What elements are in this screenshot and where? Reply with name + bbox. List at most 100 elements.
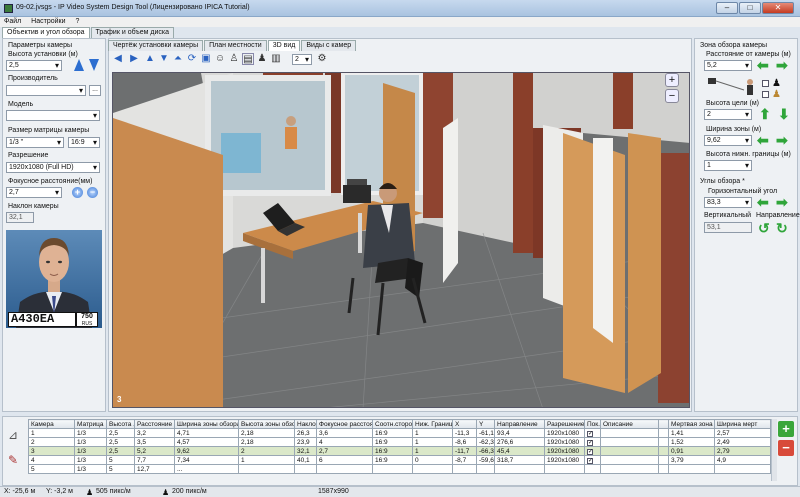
view-count-select[interactable]: 2 xyxy=(292,54,312,65)
tilt-label: Наклон камеры xyxy=(8,203,59,210)
target-height-select[interactable]: 2 xyxy=(704,109,752,120)
maximize-button[interactable]: □ xyxy=(739,2,761,14)
tilt-field[interactable]: 32,1 xyxy=(6,212,34,223)
menu-settings[interactable]: Настройки xyxy=(27,17,69,26)
arrow-down-icon[interactable]: ▼ xyxy=(158,53,170,65)
column-header[interactable]: Пок... xyxy=(584,419,601,429)
resolution-select[interactable]: 1920x1080 (Full HD) xyxy=(6,162,100,173)
vendor-browse-button[interactable]: ... xyxy=(89,85,101,96)
rotate-icon[interactable]: ⟳ xyxy=(186,53,198,65)
show-checkbox[interactable]: ✓ xyxy=(587,457,593,464)
column-header[interactable]: Ниж. Граница xyxy=(412,419,453,429)
vertical-angle-field[interactable]: 53,1 xyxy=(704,222,752,233)
arrow-up-icon[interactable]: ▲ xyxy=(144,53,156,65)
arrow-right-icon[interactable]: ➡ xyxy=(776,133,788,147)
column-header[interactable]: Высота ... xyxy=(106,419,135,429)
table-scrollbar[interactable] xyxy=(771,419,777,481)
settings-icon[interactable]: ⚙ xyxy=(316,53,328,65)
remove-camera-icon[interactable]: − xyxy=(778,440,794,456)
3d-scene-view[interactable]: 3 + − xyxy=(112,72,690,408)
focal-select[interactable]: 2,7 xyxy=(6,187,62,198)
ratio-select[interactable]: 16:9 xyxy=(68,137,100,148)
tab-drawing[interactable]: Чертёж установки камеры xyxy=(108,40,204,51)
view-group-icon[interactable]: ▥ xyxy=(270,53,282,65)
table-cell: 4,57 xyxy=(174,437,239,447)
person-silhouette-icon[interactable]: ♙ xyxy=(228,53,240,65)
distance-select[interactable]: 5,2 xyxy=(704,60,752,71)
table-row[interactable]: 2 1/3 2,5 3,5 4,57 2,18 23,9 4 16:9 1 -8,6 -62,3 276… xyxy=(28,437,771,447)
column-header[interactable]: Y xyxy=(476,419,495,429)
column-header[interactable]: Фокусное расстояние xyxy=(316,419,373,429)
minimize-button[interactable]: – xyxy=(716,2,738,14)
menu-help[interactable]: ? xyxy=(71,17,83,26)
column-header[interactable]: Расстояние xyxy=(134,419,175,429)
rotate-right-icon[interactable]: ↻ xyxy=(776,221,788,235)
column-header[interactable]: Разрешение xyxy=(544,419,585,429)
plus-icon[interactable]: + xyxy=(72,187,83,198)
rotate-left-icon[interactable]: ↺ xyxy=(758,221,770,235)
table-cell: 2,18 xyxy=(238,437,295,447)
menu-file[interactable]: Файл xyxy=(0,17,25,26)
zoom-out-icon[interactable]: − xyxy=(665,89,679,103)
column-header[interactable] xyxy=(658,419,669,429)
pencil-icon[interactable]: ✎ xyxy=(8,453,18,467)
table-row[interactable]: 4 1/3 5 7,7 7,34 1 40,1 6 16:9 0 -8,7 -59,6 318,7 192… xyxy=(28,455,771,465)
column-header[interactable]: Описание xyxy=(600,419,659,429)
column-header[interactable]: Наклон xyxy=(294,419,317,429)
column-header[interactable]: Ширина зоны обзора xyxy=(174,419,239,429)
vendor-select[interactable] xyxy=(6,85,86,96)
camera-tool-icon[interactable]: ⊿ xyxy=(8,428,18,442)
table-cell: -66,3 xyxy=(476,446,495,456)
person-icon[interactable]: ☺ xyxy=(214,53,226,65)
arrow-left-icon[interactable]: ⬅ xyxy=(757,58,769,72)
column-header[interactable]: X xyxy=(452,419,477,429)
option-checkbox-1[interactable] xyxy=(762,80,769,87)
horizontal-angle-select[interactable]: 83,3 xyxy=(704,197,752,208)
table-row[interactable]: 5 1/3 5 12,7... xyxy=(28,464,771,474)
zoom-in-icon[interactable]: + xyxy=(665,73,679,87)
tab-lens[interactable]: Объектив и угол обзора xyxy=(2,27,90,38)
column-header[interactable]: Направление xyxy=(494,419,545,429)
arrow-left-icon[interactable]: ◀ xyxy=(112,53,124,65)
table-row[interactable]: 1 1/3 2,5 3,2 4,71 2,18 26,3 3,6 16:9 1 -11,3 -61,1… xyxy=(28,428,771,438)
person-icon: ♟ xyxy=(86,488,94,497)
column-header[interactable]: Камера xyxy=(28,419,75,429)
height-select[interactable]: 2,5 xyxy=(6,60,62,71)
show-checkbox[interactable]: ✓ xyxy=(587,430,593,437)
option-checkbox-2[interactable] xyxy=(762,91,769,98)
model-select[interactable] xyxy=(6,110,100,121)
tilt-up-icon[interactable]: ⏶ xyxy=(172,53,184,65)
zone-width-select[interactable]: 9,62 xyxy=(704,135,752,146)
table-cell xyxy=(658,428,669,438)
arrow-down-icon[interactable]: ⬇ xyxy=(778,107,790,121)
view-person-icon[interactable]: ♟ xyxy=(256,53,268,65)
camera-icon[interactable]: ▣ xyxy=(200,53,212,65)
arrow-left-icon[interactable]: ⬅ xyxy=(757,133,769,147)
column-header[interactable]: Ширина мерт xyxy=(714,419,771,429)
arrow-left-icon[interactable]: ⬅ xyxy=(757,195,769,209)
app-icon xyxy=(4,4,13,13)
tab-camera-views[interactable]: Виды с камер xyxy=(301,40,357,51)
tab-plan[interactable]: План местности xyxy=(204,40,267,51)
minus-icon[interactable]: − xyxy=(87,187,98,198)
add-camera-icon[interactable]: + xyxy=(778,421,794,437)
column-header[interactable]: Мертвая зона xyxy=(668,419,715,429)
close-button[interactable]: ✕ xyxy=(762,2,794,14)
lower-bound-select[interactable]: 1 xyxy=(704,160,752,171)
arrow-right-icon[interactable]: ➡ xyxy=(776,195,788,209)
arrow-up-icon[interactable]: ⬆ xyxy=(759,107,771,121)
tab-traffic[interactable]: Трафик и объем диска xyxy=(90,27,174,38)
arrow-up-icon[interactable] xyxy=(74,59,84,71)
column-header[interactable]: Матрица xyxy=(74,419,107,429)
show-checkbox[interactable]: ✓ xyxy=(587,439,593,446)
column-header[interactable]: Высота зоны обзора xyxy=(238,419,295,429)
arrow-right-icon[interactable]: ➡ xyxy=(776,58,788,72)
column-header[interactable]: Соотн.сторон xyxy=(372,419,413,429)
arrow-down-icon[interactable] xyxy=(89,59,99,71)
tab-3d[interactable]: 3D вид xyxy=(267,40,301,51)
table-row[interactable]: 3 1/3 2,5 5,2 9,62 2 32,1 2,7 16:9 1 -11,7 -66,3 45,… xyxy=(28,446,771,456)
view-3d-icon[interactable]: ▤ xyxy=(242,53,254,65)
show-checkbox[interactable]: ✓ xyxy=(587,448,593,455)
matrix-select[interactable]: 1/3 " xyxy=(6,137,64,148)
arrow-right-icon[interactable]: ▶ xyxy=(128,53,140,65)
